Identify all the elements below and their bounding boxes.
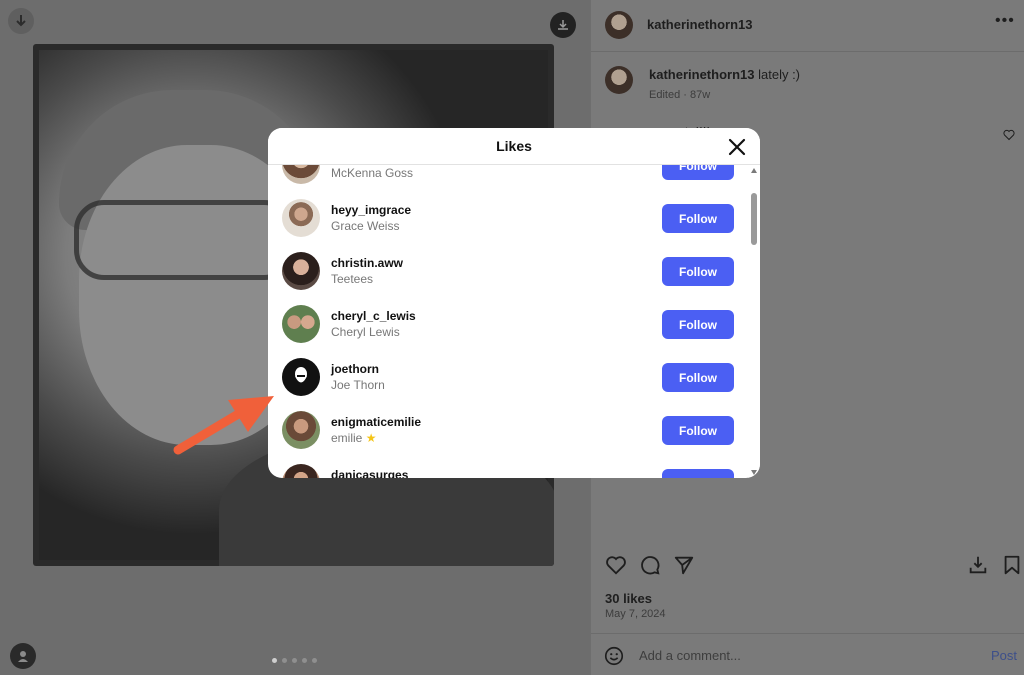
carousel-dot	[282, 658, 287, 663]
post-header: katherinethorn13 •••	[591, 0, 1024, 52]
comment-input[interactable]: Add a comment...	[639, 648, 741, 663]
caption-username[interactable]: katherinethorn13	[649, 67, 754, 82]
scroll-down-arrow-icon[interactable]	[751, 470, 757, 475]
post-date: May 7, 2024	[605, 608, 666, 620]
like-full-name: Teetees	[331, 272, 374, 286]
like-full-name: Grace Weiss	[331, 219, 400, 233]
like-username[interactable]: enigmaticemilie	[331, 415, 421, 429]
caption-text: lately :)	[758, 67, 801, 82]
bearded-silhouette-icon[interactable]	[282, 358, 320, 396]
follow-button[interactable]: Follow	[662, 310, 734, 339]
likes-count[interactable]: 30 likes	[605, 591, 652, 606]
like-row: danicasurges Follow	[268, 457, 746, 478]
share-paper-plane-icon[interactable]	[671, 552, 697, 578]
more-options-icon[interactable]: •••	[995, 12, 1015, 30]
like-full-name-with-badge: emilie ★	[331, 431, 376, 445]
star-emoji-icon: ★	[365, 431, 377, 445]
person-photo-icon[interactable]	[282, 464, 320, 478]
person-photo-icon[interactable]	[282, 199, 320, 237]
like-row: enigmaticemilie emilie ★ Follow	[268, 404, 746, 457]
likes-scrollbar[interactable]	[748, 165, 760, 478]
caption-avatar[interactable]	[605, 66, 633, 94]
likes-modal: Likes McKenna Goss Follow heyy_imgrace G…	[268, 128, 760, 478]
person-photo-icon[interactable]	[282, 165, 320, 184]
like-row: heyy_imgrace Grace Weiss Follow	[268, 192, 746, 245]
follow-button[interactable]: Follow	[662, 469, 734, 478]
save-to-collection-icon[interactable]	[965, 552, 991, 578]
caption-meta: Edited · 87w	[649, 89, 711, 101]
like-row: cheryl_c_lewis Cheryl Lewis Follow	[268, 298, 746, 351]
like-username[interactable]: danicasurges	[331, 468, 408, 478]
caption: katherinethorn13 lately :)	[649, 67, 800, 82]
follow-button[interactable]: Follow	[662, 165, 734, 180]
close-icon[interactable]	[726, 136, 748, 158]
follow-button[interactable]: Follow	[662, 257, 734, 286]
likes-modal-header: Likes	[268, 128, 760, 165]
comment-bar: Add a comment... Post	[591, 633, 1024, 675]
carousel-dot	[272, 658, 277, 663]
like-username[interactable]: christin.aww	[331, 256, 403, 270]
likes-list[interactable]: McKenna Goss Follow heyy_imgrace Grace W…	[268, 165, 746, 478]
follow-button[interactable]: Follow	[662, 363, 734, 392]
post-actions	[591, 548, 1024, 584]
emoji-smiley-icon[interactable]	[603, 645, 625, 672]
person-photo-icon[interactable]	[282, 252, 320, 290]
like-username[interactable]: joethorn	[331, 362, 379, 376]
like-username[interactable]: heyy_imgrace	[331, 203, 411, 217]
like-row: joethorn Joe Thorn Follow	[268, 351, 746, 404]
couple-photo-icon[interactable]	[282, 305, 320, 343]
author-avatar[interactable]	[605, 11, 633, 39]
likes-modal-title: Likes	[496, 138, 532, 154]
carousel-dot	[302, 658, 307, 663]
follow-button[interactable]: Follow	[662, 204, 734, 233]
carousel-dot	[292, 658, 297, 663]
download-arrow-icon[interactable]	[8, 8, 34, 34]
post-comment-button[interactable]: Post	[991, 648, 1017, 663]
like-full-name: McKenna Goss	[331, 166, 414, 180]
annotation-arrow-icon	[173, 396, 274, 455]
comment-like-heart-icon[interactable]	[1003, 128, 1015, 146]
like-full-name: Cheryl Lewis	[331, 325, 400, 339]
like-username[interactable]: cheryl_c_lewis	[331, 309, 416, 323]
scroll-thumb[interactable]	[751, 193, 757, 245]
comment-bubble-icon[interactable]	[637, 552, 663, 578]
like-heart-icon[interactable]	[603, 552, 629, 578]
tagged-users-icon[interactable]	[10, 643, 36, 669]
author-username[interactable]: katherinethorn13	[647, 17, 752, 32]
download-icon[interactable]	[550, 12, 576, 38]
like-full-name: emilie	[331, 431, 363, 445]
like-row: christin.aww Teetees Follow	[268, 245, 746, 298]
bookmark-icon[interactable]	[999, 552, 1024, 578]
person-photo-icon[interactable]	[282, 411, 320, 449]
carousel-indicator	[272, 658, 317, 663]
carousel-dot	[312, 658, 317, 663]
scroll-up-arrow-icon[interactable]	[751, 168, 757, 173]
like-full-name: Joe Thorn	[331, 378, 385, 392]
like-row: McKenna Goss Follow	[268, 165, 746, 192]
follow-button[interactable]: Follow	[662, 416, 734, 445]
